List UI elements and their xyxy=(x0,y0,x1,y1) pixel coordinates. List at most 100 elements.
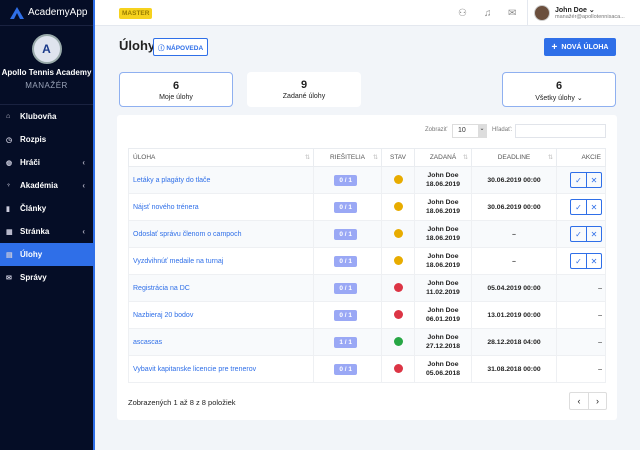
stat-value: 6 xyxy=(172,80,180,92)
task-link[interactable]: Odoslať správu členom o campoch xyxy=(128,220,314,248)
table-row: Registrácia na DC 0 / 1 John Doe 11.02.20… xyxy=(128,274,606,302)
solvers-badge: 1 / 1 xyxy=(334,336,357,348)
task-link[interactable]: Letáky a plagáty do tlače xyxy=(128,166,314,194)
table-row: Letáky a plagáty do tlače 0 / 1 John Doe… xyxy=(128,166,606,194)
sidebar-item-7[interactable]: ✉ Správy xyxy=(0,266,93,289)
stat-assigned-tasks[interactable]: 9 Zadané úlohy xyxy=(247,72,361,107)
document-icon: ▮ xyxy=(6,205,10,213)
chevron-down-icon: ⌄ xyxy=(478,125,486,137)
status-dot xyxy=(393,228,403,238)
tasks-table: ÚLOHA ⇅ RIEŠITELIA ⇅ STAV ZADANÁ ⇅ DEADLINE… xyxy=(128,148,606,383)
help-button[interactable]: ⓘ NÁPOVEDA xyxy=(153,38,209,56)
assigned-by: John Doe xyxy=(427,334,459,341)
brand[interactable]: AcademyApp xyxy=(0,0,93,26)
page-title: Úlohy xyxy=(119,38,156,53)
col-deadline[interactable]: DEADLINE ⇅ xyxy=(471,148,557,167)
chevron-left-icon: ‹ xyxy=(82,227,85,236)
sidebar-item-1[interactable]: ◷ Rozpis xyxy=(0,128,93,151)
academy-logo-icon xyxy=(10,6,24,19)
table-row: ascascas 1 / 1 John Doe 27.12.2018 28.12.… xyxy=(128,328,606,356)
task-link[interactable]: Registrácia na DC xyxy=(128,274,314,302)
deadline: 05.04.2019 00:00 xyxy=(471,274,557,302)
assigned-date: 11.02.2019 xyxy=(426,289,460,296)
stat-all-tasks[interactable]: 6 Všetky úlohy ⌄ xyxy=(502,72,616,107)
assigned-by: John Doe xyxy=(427,253,459,260)
search-input[interactable] xyxy=(515,124,606,138)
globe-icon: ◍ xyxy=(6,159,13,167)
avatar xyxy=(534,5,550,21)
close-icon[interactable]: ✕ xyxy=(586,173,601,187)
user-menu[interactable]: John Doe ⌄ manažér@apollotennisaca... xyxy=(527,0,640,26)
col-solvers[interactable]: RIEŠITELIA ⇅ xyxy=(313,148,382,167)
sidebar-item-4[interactable]: ▮ Články xyxy=(0,197,93,220)
sidebar-item-5[interactable]: ▦ Stránka ‹ xyxy=(0,220,93,243)
task-link[interactable]: ascascas xyxy=(128,328,314,356)
clock-icon: ◷ xyxy=(6,136,13,144)
close-icon[interactable]: ✕ xyxy=(586,200,601,214)
assigned-by: John Doe xyxy=(427,361,459,368)
assigned-date: 05.06.2018 xyxy=(425,370,461,377)
task-link[interactable]: Vybavit kapitanske licencie pre trenerov xyxy=(128,355,314,383)
col-task[interactable]: ÚLOHA ⇅ xyxy=(128,148,314,167)
deadline: 30.06.2019 00:00 xyxy=(471,166,557,194)
sidebar: AcademyApp A Apollo Tennis Academy MANAŽ… xyxy=(0,0,95,450)
close-icon[interactable]: ✕ xyxy=(586,254,601,268)
sidebar-item-6[interactable]: ▤ Úlohy xyxy=(0,243,93,266)
status-dot xyxy=(393,282,403,292)
task-link[interactable]: Nájsť nového trénera xyxy=(128,193,314,221)
bell-icon[interactable]: ♫ xyxy=(484,8,492,19)
table-row: Nazbieraj 20 bodov 0 / 1 John Doe 06.01.2… xyxy=(128,301,606,329)
sidebar-item-2[interactable]: ◍ Hráči ‹ xyxy=(0,151,93,174)
task-link[interactable]: Nazbieraj 20 bodov xyxy=(128,301,314,329)
mail-icon[interactable]: ✉ xyxy=(508,8,516,19)
user-icon[interactable]: ⚇ xyxy=(458,8,467,19)
pagination: ‹ › xyxy=(569,392,607,410)
table-row: Nájsť nového trénera 0 / 1 John Doe 18.06… xyxy=(128,193,606,221)
chevron-down-icon: ⌄ xyxy=(588,7,595,14)
plus-icon: + xyxy=(551,41,558,53)
solvers-badge: 0 / 1 xyxy=(334,201,357,213)
check-icon[interactable]: ✓ xyxy=(571,227,586,241)
solvers-badge: 0 / 1 xyxy=(334,255,357,267)
table-row: Odoslať správu členom o campoch 0 / 1 Jo… xyxy=(128,220,606,248)
sidebar-item-label: Rozpis xyxy=(20,135,47,144)
new-task-button[interactable]: + NOVÁ ÚLOHA xyxy=(544,38,616,56)
assigned-by: John Doe xyxy=(427,307,459,314)
check-icon[interactable]: ✓ xyxy=(571,173,586,187)
deadline: 28.12.2018 04:00 xyxy=(471,328,557,356)
sidebar-item-0[interactable]: ⌂ Klubovňa xyxy=(0,105,93,128)
assigned-by: John Doe xyxy=(427,226,459,233)
master-badge: MASTER xyxy=(119,8,153,19)
assigned-date: 27.12.2018 xyxy=(425,343,461,350)
status-dot xyxy=(393,255,403,265)
task-link[interactable]: Vyzdvihnúť medaile na turnaj xyxy=(128,247,314,275)
show-label: Zobraziť xyxy=(425,127,448,133)
stat-label: Zadané úlohy xyxy=(282,93,326,100)
assigned-date: 18.06.2019 xyxy=(425,208,461,215)
sidebar-item-label: Akadémia xyxy=(20,181,58,190)
assigned-date: 18.06.2019 xyxy=(425,235,461,242)
col-status: STAV xyxy=(381,148,415,167)
user-name: John Doe xyxy=(555,7,587,14)
sidebar-item-label: Správy xyxy=(20,273,47,282)
close-icon[interactable]: ✕ xyxy=(586,227,601,241)
page-size-select[interactable]: ⌄ 10 xyxy=(452,124,487,138)
sidebar-item-label: Stránka xyxy=(20,227,50,236)
status-dot xyxy=(393,363,403,373)
solvers-badge: 0 / 1 xyxy=(334,228,357,240)
next-page-button[interactable]: › xyxy=(588,393,606,409)
col-assigned[interactable]: ZADANÁ ⇅ xyxy=(414,148,472,167)
stat-label: Moje úlohy xyxy=(159,94,193,101)
stat-value: 6 xyxy=(555,80,563,92)
no-action: – xyxy=(598,311,602,319)
stat-my-tasks[interactable]: 6 Moje úlohy xyxy=(119,72,233,107)
check-icon[interactable]: ✓ xyxy=(571,254,586,268)
prev-page-button[interactable]: ‹ xyxy=(570,393,588,409)
status-dot xyxy=(393,201,403,211)
table-info: Zobrazených 1 až 8 z 8 položiek xyxy=(128,398,236,407)
check-icon[interactable]: ✓ xyxy=(571,200,586,214)
solvers-badge: 0 / 1 xyxy=(334,363,357,375)
sidebar-item-3[interactable]: ♆ Akadémia ‹ xyxy=(0,174,93,197)
trophy-icon: ♆ xyxy=(6,182,12,189)
club-name: Apollo Tennis Academy xyxy=(1,68,92,77)
